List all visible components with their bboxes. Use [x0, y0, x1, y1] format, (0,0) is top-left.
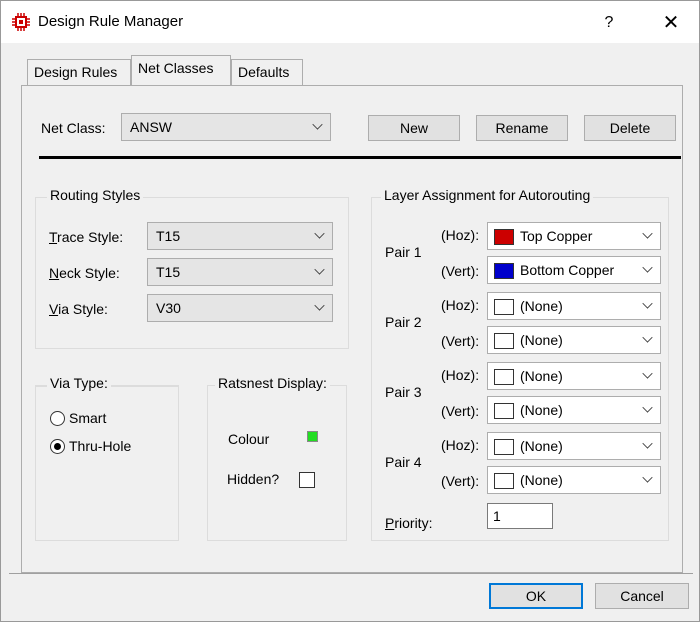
net-class-select[interactable]: ANSW [121, 113, 331, 141]
via-smart-label: Smart [69, 410, 107, 426]
ratsnest-hidden-checkbox[interactable] [299, 472, 315, 488]
chevron-down-icon [314, 264, 325, 275]
via-style-select[interactable]: V30 [147, 294, 333, 322]
layer-assignment-title: Layer Assignment for Autorouting [381, 187, 594, 203]
layer-color-swatch [494, 229, 514, 245]
layer-hoz-select[interactable]: (None) [487, 292, 661, 320]
layer-vert-select[interactable]: (None) [487, 326, 661, 354]
hoz-label: (Hoz): [441, 297, 480, 313]
tab-defaults[interactable]: Defaults [231, 59, 303, 85]
vert-label: (Vert): [441, 473, 480, 489]
delete-button[interactable]: Delete [584, 115, 676, 141]
pair-name: Pair 2 [385, 314, 422, 330]
vert-label: (Vert): [441, 403, 480, 419]
pair-name: Pair 4 [385, 454, 422, 470]
ratsnest-colour-swatch[interactable] [307, 431, 318, 442]
trace-style-select[interactable]: T15 [147, 222, 333, 250]
radio-selected-dot [54, 443, 61, 450]
app-chip-icon [12, 13, 30, 31]
layer-hoz-select[interactable]: (None) [487, 432, 661, 460]
chevron-down-icon [314, 228, 325, 239]
chevron-down-icon [642, 332, 653, 343]
hoz-label: (Hoz): [441, 437, 480, 453]
ok-button[interactable]: OK [489, 583, 583, 609]
help-button[interactable]: ? [589, 9, 629, 37]
dialog-window: Design Rule Manager ? ✕ Design Rules Net… [0, 0, 700, 622]
pair-name: Pair 3 [385, 384, 422, 400]
title-bar: Design Rule Manager ? ✕ [1, 1, 699, 43]
footer-divider [9, 573, 693, 574]
priority-label: Priority: [385, 515, 433, 531]
rename-button[interactable]: Rename [476, 115, 568, 141]
layer-hoz-select[interactable]: Top Copper [487, 222, 661, 250]
vert-label: (Vert): [441, 263, 480, 279]
trace-style-label: Trace Style: [49, 229, 124, 245]
layer-color-swatch [494, 299, 514, 315]
chevron-down-icon [642, 298, 653, 309]
layer-color-swatch [494, 263, 514, 279]
ratsnest-title: Ratsnest Display: [215, 375, 330, 391]
pair-name: Pair 1 [385, 244, 422, 260]
layer-color-swatch [494, 403, 514, 419]
chevron-down-icon [314, 300, 325, 311]
ratsnest-hidden-label: Hidden? [227, 471, 280, 487]
hoz-label: (Hoz): [441, 227, 480, 243]
layer-color-swatch [494, 333, 514, 349]
layer-hoz-select[interactable]: (None) [487, 362, 661, 390]
close-button[interactable]: ✕ [649, 9, 693, 37]
layer-color-swatch [494, 369, 514, 385]
chevron-down-icon [642, 368, 653, 379]
layer-color-swatch [494, 473, 514, 489]
window-title: Design Rule Manager [38, 13, 184, 30]
layer-color-swatch [494, 439, 514, 455]
layer-vert-select[interactable]: (None) [487, 396, 661, 424]
neck-style-select[interactable]: T15 [147, 258, 333, 286]
vert-label: (Vert): [441, 333, 480, 349]
new-button[interactable]: New [368, 115, 460, 141]
neck-style-label: Neck Style: [49, 265, 120, 281]
chevron-down-icon [642, 402, 653, 413]
ratsnest-colour-label: Colour [228, 431, 270, 447]
chevron-down-icon [312, 119, 323, 130]
net-class-value: ANSW [130, 119, 172, 135]
net-class-label: Net Class: [41, 120, 106, 136]
cancel-button[interactable]: Cancel [595, 583, 689, 609]
ratsnest-group [207, 385, 347, 541]
chevron-down-icon [642, 472, 653, 483]
via-type-border [35, 385, 179, 541]
via-type-title: Via Type: [47, 375, 111, 391]
divider [39, 156, 681, 159]
routing-styles-title: Routing Styles [47, 187, 144, 203]
chevron-down-icon [642, 262, 653, 273]
via-smart-radio[interactable] [50, 411, 65, 426]
tab-design-rules[interactable]: Design Rules [27, 59, 131, 85]
hoz-label: (Hoz): [441, 367, 480, 383]
chevron-down-icon [642, 228, 653, 239]
via-thru-hole-radio[interactable] [50, 439, 65, 454]
via-style-label: Via Style: [49, 301, 108, 317]
via-thru-hole-label: Thru-Hole [69, 438, 132, 454]
tab-net-classes[interactable]: Net Classes [131, 55, 231, 85]
layer-vert-select[interactable]: (None) [487, 466, 661, 494]
layer-vert-select[interactable]: Bottom Copper [487, 256, 661, 284]
chevron-down-icon [642, 438, 653, 449]
priority-input[interactable]: 1 [487, 503, 553, 529]
